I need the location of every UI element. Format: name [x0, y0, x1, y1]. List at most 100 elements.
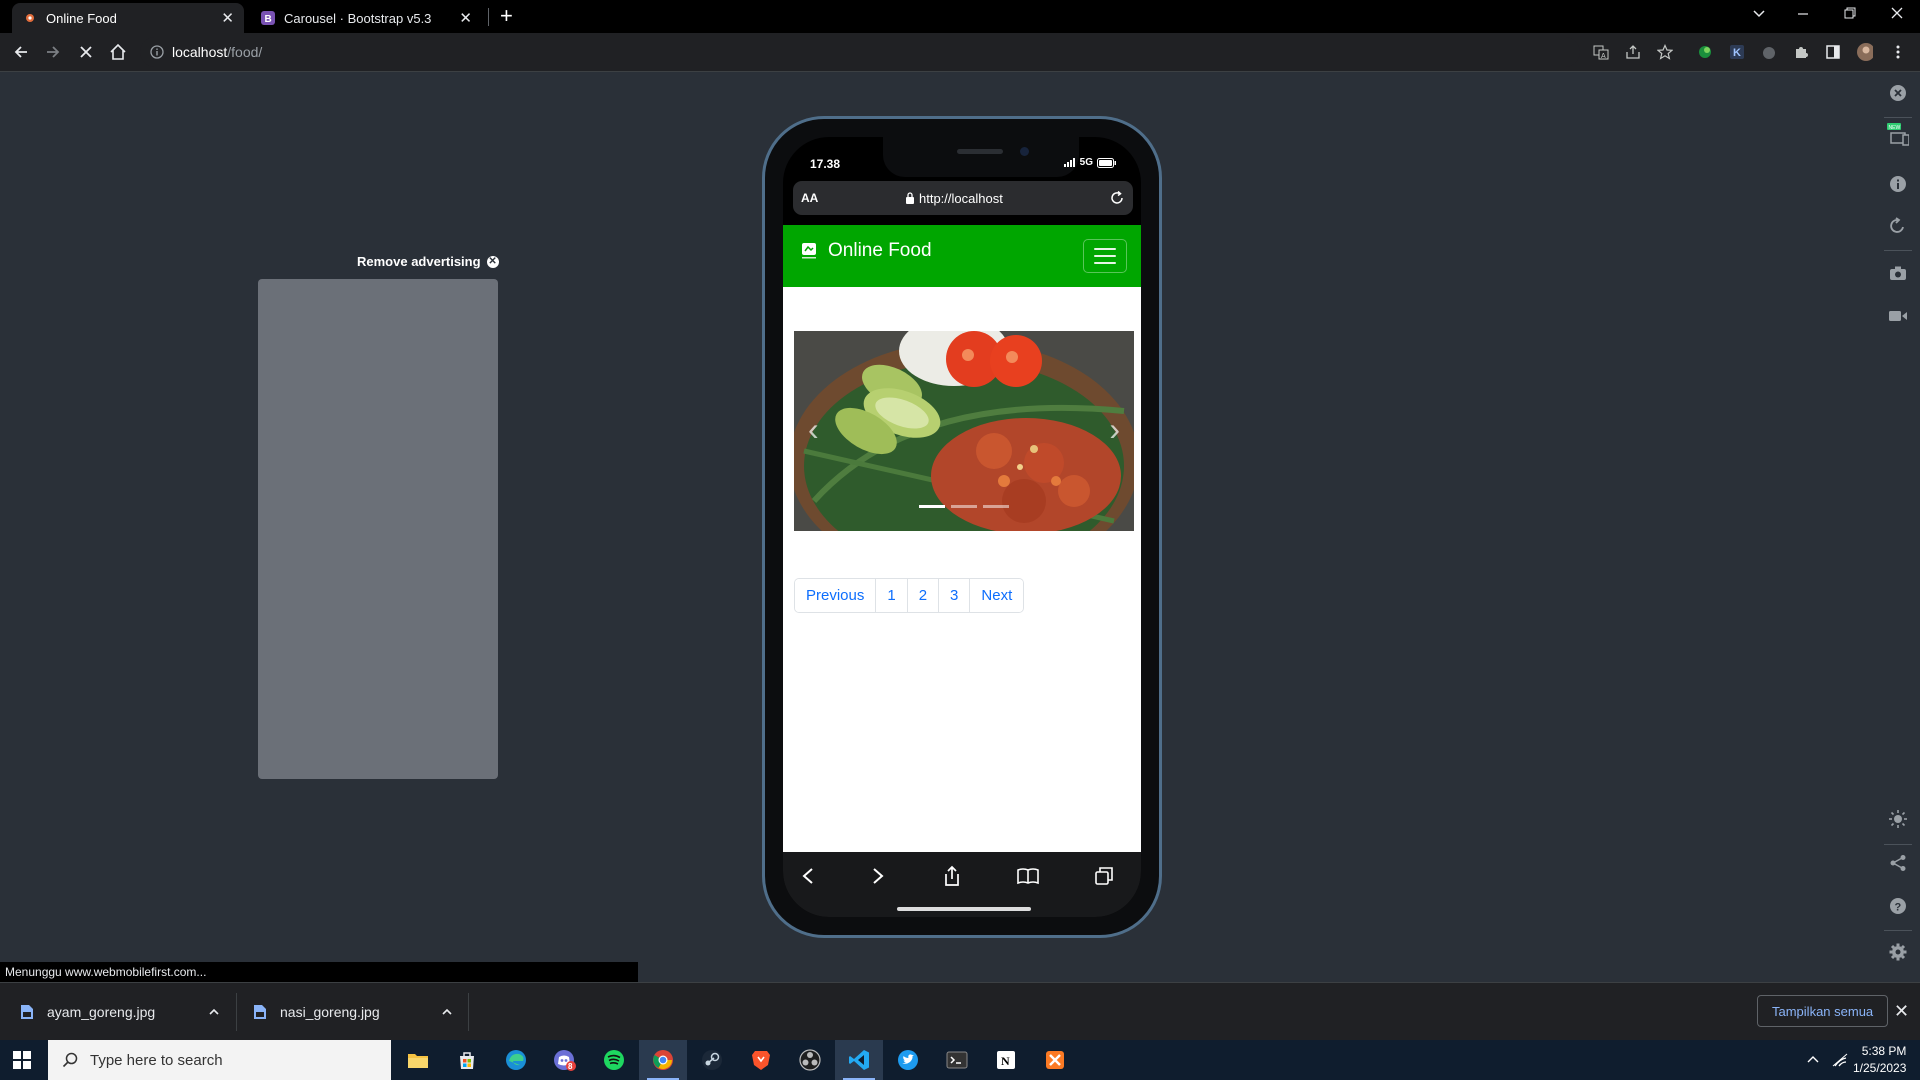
food-carousel: ‹ › [794, 331, 1134, 531]
twitter-icon[interactable] [884, 1040, 932, 1080]
svg-text:A: A [1601, 53, 1606, 60]
carousel-food-image [794, 331, 1134, 531]
translate-icon[interactable]: A [1593, 44, 1609, 60]
info-icon[interactable] [1887, 173, 1909, 195]
devices-new-icon[interactable]: NEW [1887, 123, 1909, 146]
vscode-icon[interactable] [835, 1040, 883, 1080]
tab-title: Carousel · Bootstrap v5.3 [284, 10, 432, 26]
settings-gear-icon[interactable] [1887, 941, 1909, 963]
lock-icon [906, 192, 914, 204]
terminal-icon[interactable] [933, 1040, 981, 1080]
safari-share-icon[interactable] [940, 864, 964, 888]
profile-avatar-icon[interactable] [1857, 43, 1873, 61]
video-record-icon[interactable] [1887, 305, 1909, 327]
chevron-up-icon[interactable] [208, 1006, 220, 1018]
download-filename: ayam_goreng.jpg [47, 1004, 156, 1020]
steam-icon[interactable] [688, 1040, 736, 1080]
stop-loading-icon[interactable] [76, 42, 96, 62]
extension-grey-icon[interactable] [1761, 44, 1777, 60]
download-item[interactable]: nasi_goreng.jpg [253, 983, 453, 1041]
brave-icon[interactable] [737, 1040, 785, 1080]
camera-icon[interactable] [1887, 262, 1909, 284]
navbar-toggler-button[interactable] [1083, 239, 1127, 273]
svg-text:N: N [1001, 1054, 1010, 1068]
url-host: localhost [172, 44, 228, 60]
remove-advertising-link[interactable]: Remove advertising ✕ [357, 254, 499, 269]
bookmark-star-icon[interactable] [1657, 44, 1673, 60]
help-icon[interactable]: ? [1887, 895, 1909, 917]
safari-url-text: http://localhost [919, 190, 1003, 206]
taskbar-search-box[interactable]: Type here to search [48, 1040, 391, 1080]
chrome-icon[interactable] [639, 1040, 687, 1080]
windows-start-icon[interactable] [13, 1051, 31, 1069]
carousel-indicator-2[interactable] [951, 505, 977, 508]
minimize-icon[interactable] [1796, 6, 1810, 20]
obs-icon[interactable] [786, 1040, 834, 1080]
home-indicator [897, 907, 1031, 911]
chevron-up-icon[interactable] [441, 1006, 453, 1018]
brightness-icon[interactable] [1887, 808, 1909, 830]
discord-icon[interactable]: 8 [541, 1040, 589, 1080]
edge-browser-icon[interactable] [492, 1040, 540, 1080]
close-tab-icon[interactable]: ✕ [459, 11, 472, 26]
show-hidden-icons[interactable] [1806, 1040, 1820, 1080]
windows-taskbar: Type here to search 8 N 5:38 PM 1/25/202… [0, 1040, 1920, 1080]
menu-kebab-icon[interactable] [1890, 44, 1906, 60]
close-window-icon[interactable] [1890, 6, 1904, 20]
hamburger-line [1094, 262, 1116, 264]
phone-screen: 17.38 5G AA http://localhost Online Food… [783, 137, 1141, 917]
svg-text:B: B [265, 14, 272, 25]
file-explorer-icon[interactable] [394, 1040, 442, 1080]
safari-address-bar[interactable]: AA http://localhost [793, 181, 1133, 215]
page-content: Remove advertising ✕ 17.38 5G AA http://… [0, 72, 1920, 982]
tab-search-icon[interactable] [1752, 6, 1766, 20]
restore-icon[interactable] [1843, 6, 1857, 20]
download-item[interactable]: ayam_goreng.jpg [20, 983, 220, 1041]
carousel-next-icon[interactable]: › [1109, 413, 1120, 445]
network-icon[interactable] [1832, 1040, 1848, 1080]
site-info-icon[interactable] [150, 45, 164, 59]
pagination-page-3[interactable]: 3 [938, 579, 970, 612]
taskbar-clock[interactable]: 5:38 PM 1/25/2023 [1853, 1043, 1906, 1077]
carousel-indicator-1[interactable] [919, 505, 945, 508]
close-tab-icon[interactable]: ✕ [221, 11, 234, 26]
xampp-icon[interactable] [1031, 1040, 1079, 1080]
carousel-indicator-3[interactable] [983, 505, 1009, 508]
tab-bootstrap-carousel[interactable]: B Carousel · Bootstrap v5.3 ✕ [250, 3, 482, 33]
show-all-downloads-button[interactable]: Tampilkan semua [1757, 995, 1889, 1027]
hamburger-line [1094, 248, 1116, 250]
pagination-page-1[interactable]: 1 [875, 579, 907, 612]
pagination-previous[interactable]: Previous [795, 579, 876, 612]
back-icon[interactable] [11, 42, 31, 62]
carousel-prev-icon[interactable]: ‹ [808, 413, 819, 445]
new-tab-icon[interactable]: + [500, 5, 513, 27]
rotate-icon[interactable] [1887, 215, 1909, 237]
pagination-page-2[interactable]: 2 [906, 579, 939, 612]
text-size-button[interactable]: AA [801, 191, 818, 205]
pagination-next[interactable]: Next [969, 579, 1024, 612]
close-circle-icon[interactable]: ✕ [486, 255, 499, 268]
reload-icon[interactable] [1109, 190, 1125, 206]
close-shelf-icon[interactable]: ✕ [1894, 1002, 1909, 1020]
extension-k-icon[interactable]: K [1729, 44, 1745, 60]
image-file-icon [254, 1005, 266, 1019]
safari-forward-icon[interactable] [866, 864, 890, 888]
address-bar[interactable]: localhost/food/ [140, 37, 1580, 67]
safari-back-icon[interactable] [796, 864, 820, 888]
close-circle-icon[interactable] [1887, 82, 1909, 104]
notion-icon[interactable]: N [982, 1040, 1030, 1080]
share-icon[interactable] [1625, 44, 1641, 60]
home-icon[interactable] [108, 42, 128, 62]
spotify-icon[interactable] [590, 1040, 638, 1080]
ad-placeholder [258, 279, 498, 779]
forward-icon[interactable] [43, 42, 63, 62]
safari-tabs-icon[interactable] [1092, 864, 1116, 888]
share-nodes-icon[interactable] [1887, 852, 1909, 874]
safari-bookmarks-icon[interactable] [1016, 864, 1040, 888]
tab-online-food[interactable]: Online Food ✕ [12, 3, 244, 33]
microsoft-store-icon[interactable] [443, 1040, 491, 1080]
side-panel-icon[interactable] [1825, 44, 1841, 60]
extensions-puzzle-icon[interactable] [1793, 44, 1809, 60]
site-brand[interactable]: Online Food [798, 240, 932, 262]
extension-green-icon[interactable] [1697, 44, 1713, 60]
